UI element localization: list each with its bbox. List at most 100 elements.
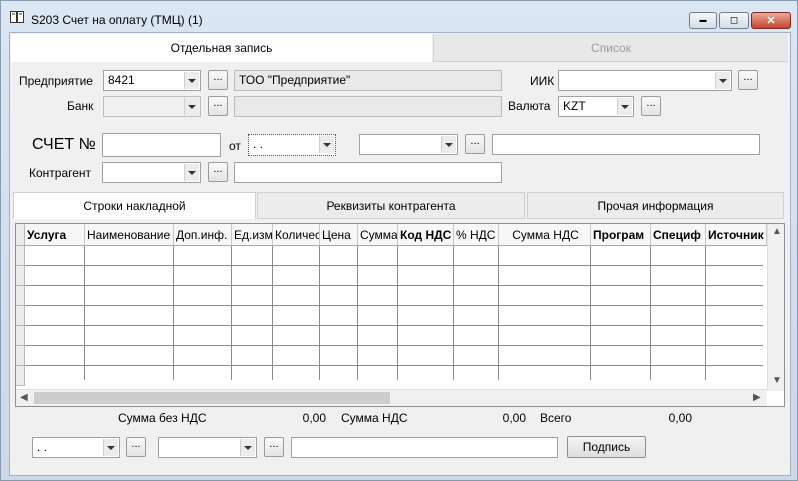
- extra-select[interactable]: [359, 134, 458, 155]
- grid-column-line: [173, 246, 174, 380]
- grid-row-line: [25, 365, 763, 366]
- column-header-service[interactable]: Услуга: [25, 224, 85, 246]
- grid-row-line: [25, 265, 763, 266]
- contractor-code-select[interactable]: [102, 162, 201, 183]
- enterprise-code-select[interactable]: 8421: [103, 70, 201, 91]
- chevron-down-icon: [715, 72, 730, 89]
- vertical-scrollbar[interactable]: ▲ ▼: [767, 224, 784, 391]
- sign-button[interactable]: Подпись: [567, 436, 646, 458]
- grid-column-line: [319, 246, 320, 380]
- row-indicator[interactable]: [16, 306, 25, 326]
- grid-row-line: [25, 305, 763, 306]
- minimize-button[interactable]: ▬: [689, 12, 717, 29]
- column-header-source[interactable]: Источник: [706, 224, 767, 246]
- invoice-date-picker[interactable]: . .: [248, 134, 336, 156]
- bank-lookup-button[interactable]: ...: [208, 96, 228, 116]
- row-indicator-header: [16, 224, 25, 246]
- currency-label: Валюта: [508, 99, 551, 113]
- contractor-label: Контрагент: [29, 166, 92, 180]
- sum-without-vat-label: Сумма без НДС: [118, 411, 207, 425]
- vat-sum-value: 0,00: [502, 411, 526, 425]
- scroll-left-icon[interactable]: ◀: [20, 392, 28, 403]
- footer-date-lookup-button[interactable]: ...: [126, 437, 146, 457]
- vat-sum-label: Сумма НДС: [341, 411, 408, 425]
- row-indicator[interactable]: [16, 326, 25, 346]
- column-header-unit[interactable]: Ед.изм: [232, 224, 273, 246]
- tab-contractor-details[interactable]: Реквизиты контрагента: [257, 192, 525, 219]
- grid-column-line: [705, 246, 706, 380]
- contractor-name-input[interactable]: [234, 162, 502, 183]
- tab-other-info[interactable]: Прочая информация: [527, 192, 784, 219]
- column-header-vat-percent[interactable]: % НДС: [454, 224, 499, 246]
- footer-text-input[interactable]: [291, 437, 558, 458]
- column-header-program[interactable]: Програм: [591, 224, 651, 246]
- tab-single-record-label: Отдельная запись: [170, 41, 273, 55]
- row-indicator[interactable]: [16, 246, 25, 266]
- grid-column-line: [397, 246, 398, 380]
- book-icon: [10, 11, 24, 23]
- currency-select[interactable]: KZT: [558, 96, 634, 117]
- close-icon: ✕: [766, 15, 776, 27]
- extra-text-input[interactable]: [492, 134, 760, 155]
- horizontal-scrollbar[interactable]: ◀ ▶: [16, 389, 767, 406]
- grid-row-line: [25, 345, 763, 346]
- maximize-button[interactable]: ◻: [719, 12, 749, 29]
- tab-invoice-lines[interactable]: Строки накладной: [13, 192, 256, 219]
- row-indicator[interactable]: [16, 286, 25, 306]
- footer-date-picker[interactable]: . .: [32, 437, 120, 458]
- scroll-down-icon[interactable]: ▼: [772, 375, 782, 386]
- iik-label: ИИК: [530, 74, 555, 88]
- client-area: Отдельная запись Список Предприятие 8421…: [9, 32, 791, 476]
- grid-column-line: [498, 246, 499, 380]
- grid-column-line: [231, 246, 232, 380]
- enterprise-lookup-button[interactable]: ...: [208, 70, 228, 90]
- enterprise-name-value: ТОО "Предприятие": [239, 73, 351, 87]
- iik-lookup-button[interactable]: ...: [738, 70, 758, 90]
- bank-label: Банк: [67, 99, 94, 113]
- invoice-lines-grid[interactable]: Услуга Наименование Доп.инф. Ед.изм Коли…: [15, 223, 785, 407]
- column-header-vat-code[interactable]: Код НДС: [398, 224, 454, 246]
- currency-value: KZT: [563, 99, 586, 113]
- column-header-sum[interactable]: Сумма: [358, 224, 398, 246]
- scroll-up-icon[interactable]: ▲: [772, 226, 782, 237]
- footer-lookup-button[interactable]: ...: [264, 437, 284, 457]
- currency-lookup-button[interactable]: ...: [641, 96, 661, 116]
- date-label: от: [229, 139, 241, 153]
- iik-select[interactable]: [558, 70, 732, 91]
- enterprise-code-value: 8421: [108, 73, 135, 87]
- row-indicator[interactable]: [16, 346, 25, 366]
- row-indicator[interactable]: [16, 366, 25, 386]
- column-header-name[interactable]: Наименование: [85, 224, 174, 246]
- tab-invoice-lines-label: Строки накладной: [83, 199, 186, 213]
- column-header-specification[interactable]: Специф: [651, 224, 706, 246]
- footer-date-value: . .: [37, 440, 48, 454]
- invoice-number-input[interactable]: [102, 133, 221, 157]
- column-header-vat-sum[interactable]: Сумма НДС: [499, 224, 591, 246]
- contractor-lookup-button[interactable]: ...: [208, 162, 228, 182]
- chevron-down-icon: [617, 98, 632, 115]
- tab-list[interactable]: Список: [433, 34, 788, 62]
- tab-list-label: Список: [591, 40, 631, 55]
- scroll-right-icon[interactable]: ▶: [753, 392, 761, 403]
- invoice-date-value: . .: [253, 137, 264, 151]
- grid-row-line: [25, 325, 763, 326]
- chevron-down-icon: [319, 136, 334, 153]
- extra-lookup-button[interactable]: ...: [465, 134, 485, 154]
- invoice-number-label: СЧЕТ №: [32, 136, 96, 153]
- bank-code-select[interactable]: [103, 96, 201, 117]
- column-header-price[interactable]: Цена: [320, 224, 358, 246]
- title-bar[interactable]: S203 Счет на оплату (ТМЦ) (1) ▬ ◻ ✕: [1, 1, 797, 31]
- total-value: 0,00: [668, 411, 692, 425]
- grid-column-line: [357, 246, 358, 380]
- column-header-additional-info[interactable]: Доп.инф.: [174, 224, 232, 246]
- column-header-quantity[interactable]: Количес: [273, 224, 320, 246]
- row-indicator[interactable]: [16, 266, 25, 286]
- grid-column-line: [453, 246, 454, 380]
- footer-select[interactable]: [158, 437, 257, 458]
- sum-without-vat-value: 0,00: [302, 411, 326, 425]
- close-button[interactable]: ✕: [751, 12, 791, 29]
- chevron-down-icon: [441, 136, 456, 153]
- horizontal-scroll-thumb[interactable]: [34, 392, 390, 404]
- tab-single-record[interactable]: Отдельная запись: [11, 34, 432, 62]
- enterprise-name-field: ТОО "Предприятие": [234, 70, 502, 91]
